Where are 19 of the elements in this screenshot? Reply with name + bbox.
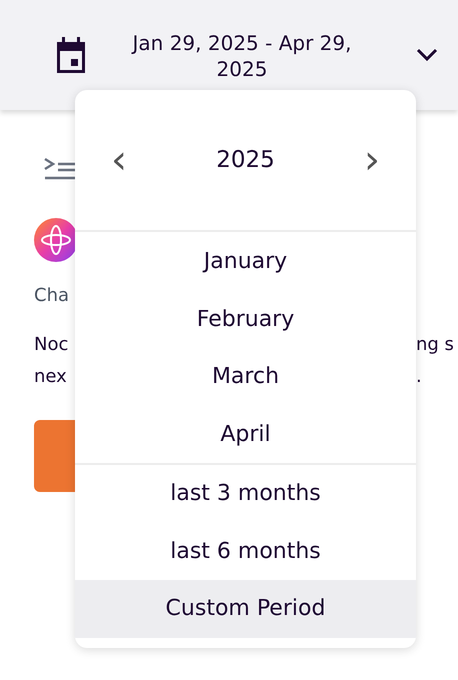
menu-icon[interactable]	[44, 156, 76, 182]
year-label: 2025	[216, 147, 275, 173]
message-text: nex	[34, 365, 67, 389]
month-option[interactable]: March	[75, 348, 416, 406]
message-text: Noc	[34, 333, 68, 357]
next-year-button[interactable]: ›	[360, 140, 384, 180]
period-option[interactable]: Custom Period	[75, 580, 416, 638]
section-label: Cha	[34, 285, 70, 306]
date-range[interactable]: Jan 29, 2025 - Apr 29, 2025	[107, 28, 377, 82]
month-option[interactable]: February	[75, 290, 416, 348]
month-option[interactable]: January	[75, 233, 416, 290]
calendar-icon	[55, 37, 87, 73]
period-option[interactable]: last 6 months	[75, 522, 416, 580]
previous-year-button[interactable]: ‹	[107, 140, 131, 180]
month-option[interactable]: April	[75, 406, 416, 463]
message-text: ng s	[416, 333, 455, 357]
period-option[interactable]: last 3 months	[75, 465, 416, 522]
message-text: .	[416, 365, 423, 389]
chevron-down-icon[interactable]	[416, 48, 438, 62]
